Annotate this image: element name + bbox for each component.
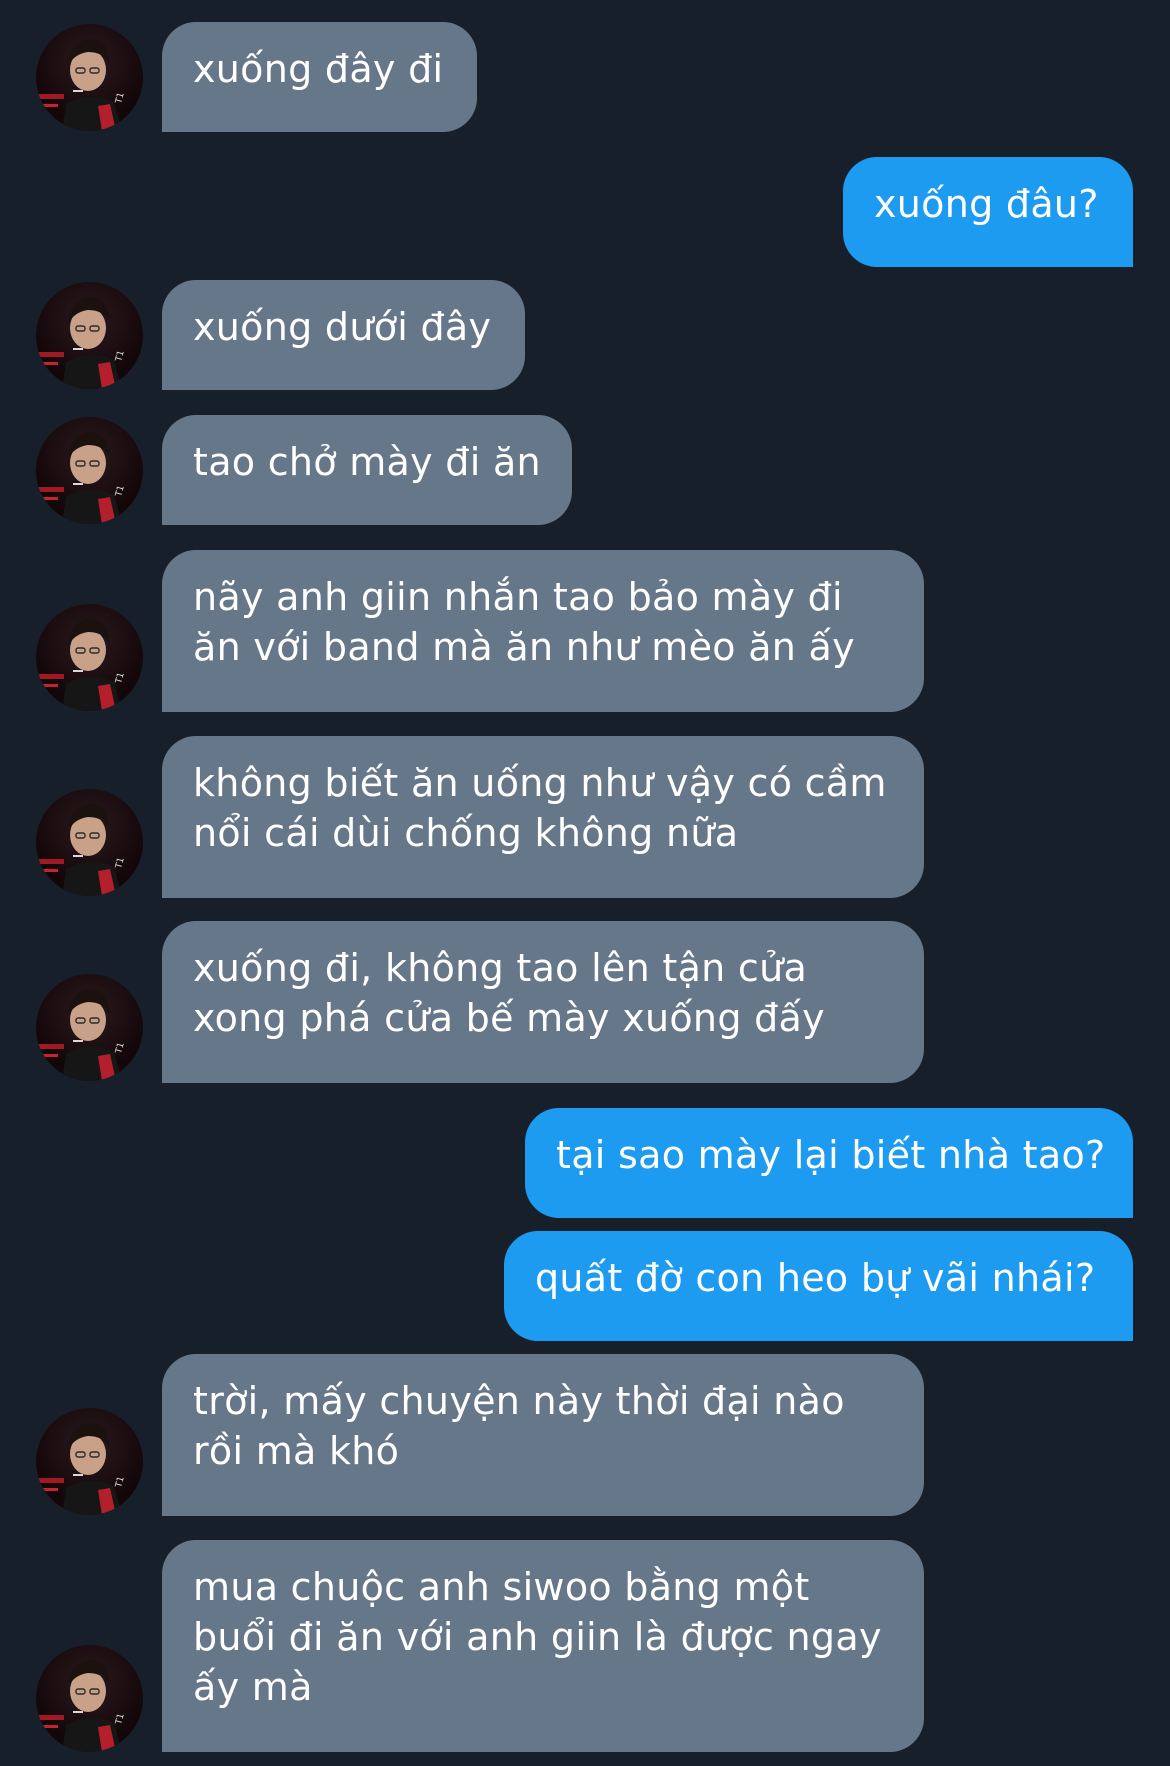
user-avatar-icon[interactable]: T1: [36, 1645, 143, 1752]
message-bubble[interactable]: quất đờ con heo bự vãi nhái?: [504, 1231, 1133, 1341]
message-text-line: không biết ăn uống như vậy có cầm: [193, 761, 887, 805]
message-bubble[interactable]: tao chở mày đi ăn: [162, 415, 572, 525]
avatar-photo: T1: [36, 804, 127, 896]
message-text: xuống đây đi: [193, 47, 444, 91]
svg-text:T1: T1: [114, 484, 127, 498]
user-avatar-icon[interactable]: T1: [36, 24, 143, 131]
user-avatar-icon[interactable]: T1: [36, 974, 143, 1081]
message-bubble[interactable]: không biết ăn uống như vậy có cầm nổi cá…: [162, 736, 924, 898]
user-avatar-icon[interactable]: T1: [36, 417, 143, 524]
message-bubble[interactable]: trời, mấy chuyện này thời đại nào rồi mà…: [162, 1354, 924, 1516]
message-text-line: buổi đi ăn với anh giin là được ngay: [193, 1615, 882, 1659]
message-bubble[interactable]: xuống dưới đây: [162, 280, 525, 390]
svg-text:T1: T1: [114, 91, 127, 105]
message-text-line: nãy anh giin nhắn tao bảo mày đi: [193, 575, 843, 619]
message-bubble[interactable]: mua chuộc anh siwoo bằng một buổi đi ăn …: [162, 1540, 924, 1752]
message-text: xuống đâu?: [874, 182, 1099, 226]
message-bubble[interactable]: tại sao mày lại biết nhà tao?: [525, 1108, 1133, 1218]
message-text-line: trời, mấy chuyện này thời đại nào: [193, 1379, 845, 1423]
avatar-photo: T1: [36, 1660, 127, 1752]
message-text-line: mua chuộc anh siwoo bằng một: [193, 1565, 810, 1609]
message-bubble[interactable]: xuống đâu?: [843, 157, 1133, 267]
user-avatar-icon[interactable]: T1: [36, 282, 143, 389]
message-text-line: xong phá cửa bế mày xuống đấy: [193, 996, 825, 1040]
avatar-photo: T1: [36, 1423, 127, 1515]
user-avatar-icon[interactable]: T1: [36, 604, 143, 711]
svg-text:T1: T1: [114, 1475, 127, 1489]
message-text: quất đờ con heo bự vãi nhái?: [535, 1256, 1096, 1300]
message-text-line: nổi cái dùi chống không nữa: [193, 811, 739, 855]
svg-text:T1: T1: [114, 1041, 127, 1055]
avatar-photo: T1: [36, 432, 127, 524]
user-avatar-icon[interactable]: T1: [36, 1408, 143, 1515]
svg-text:T1: T1: [114, 856, 127, 870]
avatar-photo: T1: [36, 297, 127, 389]
message-text: tại sao mày lại biết nhà tao?: [556, 1133, 1106, 1177]
svg-text:T1: T1: [114, 1712, 127, 1726]
message-bubble[interactable]: nãy anh giin nhắn tao bảo mày đi ăn với …: [162, 550, 924, 712]
chat-thread: T1 xuống đây đi xuống đâu? T1 xuống dưới…: [0, 0, 1170, 1766]
message-text-line: xuống đi, không tao lên tận cửa: [193, 946, 808, 990]
message-bubble[interactable]: xuống đi, không tao lên tận cửa xong phá…: [162, 921, 924, 1083]
svg-text:T1: T1: [114, 671, 127, 685]
svg-text:T1: T1: [114, 349, 127, 363]
avatar-photo: T1: [36, 619, 127, 711]
avatar-photo: T1: [36, 989, 127, 1081]
avatar-photo: T1: [36, 39, 127, 131]
user-avatar-icon[interactable]: T1: [36, 789, 143, 896]
message-text-line: rồi mà khó: [193, 1429, 400, 1473]
message-text-line: ấy mà: [193, 1665, 313, 1709]
message-text-line: ăn với band mà ăn như mèo ăn ấy: [193, 625, 855, 669]
message-text: xuống dưới đây: [193, 305, 492, 349]
message-bubble[interactable]: xuống đây đi: [162, 22, 477, 132]
message-text: tao chở mày đi ăn: [193, 440, 541, 484]
